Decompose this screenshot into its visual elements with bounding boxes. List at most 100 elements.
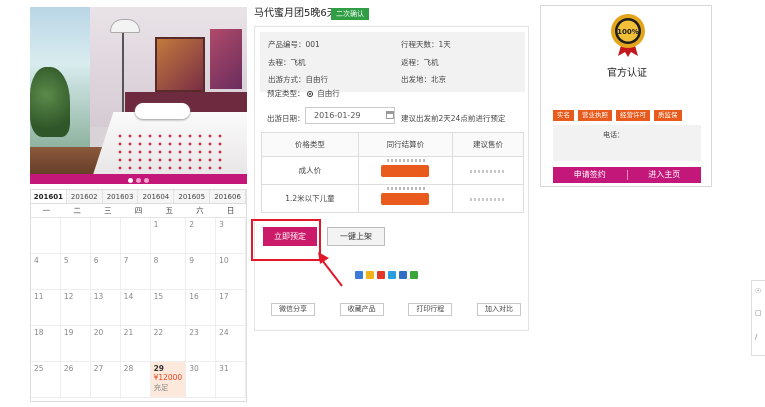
- travel-mode: 出游方式：自由行: [268, 75, 328, 84]
- calendar-day-cell[interactable]: 12: [60, 290, 91, 326]
- price-calendar: 201601 201602 201603 201604 201605 20160…: [30, 189, 247, 402]
- calendar-day-cell[interactable]: 27: [90, 362, 121, 398]
- calendar-day-cell[interactable]: 21: [120, 326, 151, 362]
- carousel-dot[interactable]: [136, 178, 141, 183]
- action-row: 微信分享 收藏产品 打印行程 加入对比: [271, 303, 521, 316]
- calendar-day-number: 7: [123, 256, 129, 265]
- suggested-price: [451, 156, 525, 185]
- calendar-day-cell[interactable]: 7: [120, 254, 151, 290]
- calendar-day-cell[interactable]: 19: [60, 326, 91, 362]
- cert-badge: 实名: [553, 110, 574, 121]
- calendar-day-number: 24: [219, 328, 229, 337]
- calendar-day-cell: [120, 218, 151, 254]
- weekday-label: 六: [196, 206, 204, 215]
- tab-month[interactable]: 201606: [210, 190, 246, 203]
- calendar-day-cell[interactable]: 3: [216, 218, 246, 254]
- favorite-button[interactable]: 收藏产品: [339, 303, 384, 316]
- calendar-day-cell[interactable]: 4: [31, 254, 61, 290]
- calendar-day-cell[interactable]: 5: [60, 254, 91, 290]
- calendar-day-cell[interactable]: 10: [216, 254, 246, 290]
- settlement-price-button[interactable]: [381, 186, 430, 205]
- carousel-dot[interactable]: [128, 178, 133, 183]
- calendar-day-cell[interactable]: 15: [150, 290, 187, 326]
- official-certification-panel: 100% 官方认证 实名 营业执照 经营许可 质监保 电话： 申请签约 进入主页: [540, 5, 712, 187]
- booking-type-radio[interactable]: [306, 91, 313, 97]
- wechat-share-button[interactable]: 微信分享: [271, 303, 315, 316]
- share-icon[interactable]: ☉: [755, 287, 764, 296]
- price-type: 成人价: [261, 156, 359, 185]
- cert-badge: 营业执照: [578, 110, 612, 121]
- tab-month[interactable]: 201602: [67, 190, 103, 203]
- settlement-price-button[interactable]: [381, 158, 430, 177]
- calendar-day-number: 23: [189, 328, 199, 337]
- comment-icon[interactable]: ▢: [755, 309, 764, 318]
- official-cert-title: 官方认证: [607, 68, 647, 79]
- calendar-day-number: 8: [153, 256, 159, 265]
- calendar-day-cell[interactable]: 25: [31, 362, 61, 398]
- calendar-day-cell[interactable]: 6: [90, 254, 121, 290]
- product-photo: [30, 7, 247, 184]
- settlement-price: [357, 184, 453, 213]
- weekday-label: 三: [104, 206, 112, 215]
- carousel-dot[interactable]: [144, 178, 149, 183]
- calendar-day-cell[interactable]: 16: [186, 290, 217, 326]
- calendar-day-cell[interactable]: 30: [186, 362, 217, 398]
- table-header: 价格类型: [261, 132, 359, 157]
- print-itinerary-button[interactable]: 打印行程: [408, 303, 453, 316]
- calendar-day-number: 3: [219, 220, 224, 229]
- calendar-day-cell[interactable]: 18: [31, 326, 61, 362]
- booking-hint: 建议出发前2天24点前进行预定: [401, 114, 506, 123]
- calendar-day-cell[interactable]: 26: [60, 362, 91, 398]
- calendar-grid: 1 2 3 4 5 6 7 8 9 10 11 12 13 14 15 16 17 18 19 20 21 22 23 24 2…: [31, 218, 246, 398]
- calendar-day-number: 16: [189, 292, 199, 301]
- weibo-icon[interactable]: [377, 271, 385, 279]
- calendar-day-cell[interactable]: 14: [120, 290, 151, 326]
- product-title: 马代蜜月团5晚6天: [254, 8, 337, 19]
- calendar-day-cell[interactable]: 23: [186, 326, 217, 362]
- apply-contract-button[interactable]: 申请签约: [553, 167, 627, 183]
- calendar-day-cell[interactable]: 29 ¥12000 充足: [150, 362, 187, 398]
- calendar-day-cell[interactable]: 8: [150, 254, 187, 290]
- calendar-day-cell[interactable]: 13: [90, 290, 121, 326]
- status-badge: 二次确认: [331, 8, 369, 20]
- travel-date-input[interactable]: 2016-01-29: [305, 107, 395, 124]
- enter-homepage-button[interactable]: 进入主页: [628, 167, 702, 183]
- guarantee-seal-icon: 100%: [611, 14, 645, 57]
- calendar-icon[interactable]: [386, 111, 394, 119]
- tab-month[interactable]: 201601: [31, 190, 67, 203]
- qzone-icon[interactable]: [366, 271, 374, 279]
- calendar-day-cell[interactable]: 2: [186, 218, 217, 254]
- tab-month[interactable]: 201604: [138, 190, 175, 203]
- travel-date-label: 出游日期：: [267, 114, 305, 123]
- calendar-day-number: 12: [63, 292, 74, 301]
- renren-icon[interactable]: [399, 271, 407, 279]
- suggested-price-value: [469, 197, 506, 201]
- calendar-day-cell[interactable]: 24: [216, 326, 246, 362]
- table-header: 建议售价: [451, 132, 525, 157]
- calendar-day-cell[interactable]: 11: [31, 290, 61, 326]
- price-table: 价格类型 同行结算价 建议售价 成人价 1.2米以下儿童: [261, 132, 525, 213]
- share-icons: [355, 271, 418, 279]
- trip-days: 行程天数：1天: [401, 40, 451, 49]
- departure-city: 出发地：北京: [401, 75, 446, 84]
- calendar-day-cell[interactable]: 17: [216, 290, 246, 326]
- cert-badges: 实名 营业执照 经营许可 质监保: [553, 110, 682, 121]
- wechat-icon[interactable]: [410, 271, 418, 279]
- calendar-day-cell[interactable]: 28: [120, 362, 151, 398]
- calendar-day-cell[interactable]: 31: [216, 362, 246, 398]
- calendar-day-number: 21: [123, 328, 134, 337]
- edit-icon[interactable]: ∕: [755, 333, 764, 342]
- reserve-button[interactable]: 立即预定: [263, 227, 317, 246]
- calendar-day-cell[interactable]: 9: [186, 254, 217, 290]
- onekey-publish-button[interactable]: 一键上架: [327, 227, 385, 246]
- tencent-weibo-icon[interactable]: [388, 271, 396, 279]
- calendar-day-cell[interactable]: 20: [90, 326, 121, 362]
- share-plus-icon[interactable]: [355, 271, 363, 279]
- tab-month[interactable]: 201605: [174, 190, 211, 203]
- calendar-day-price: ¥12000: [153, 373, 183, 382]
- calendar-day-cell[interactable]: 1: [150, 218, 187, 254]
- calendar-day-cell[interactable]: 22: [150, 326, 187, 362]
- add-compare-button[interactable]: 加入对比: [476, 303, 521, 316]
- calendar-day-number: 25: [34, 364, 44, 373]
- tab-month[interactable]: 201603: [103, 190, 139, 203]
